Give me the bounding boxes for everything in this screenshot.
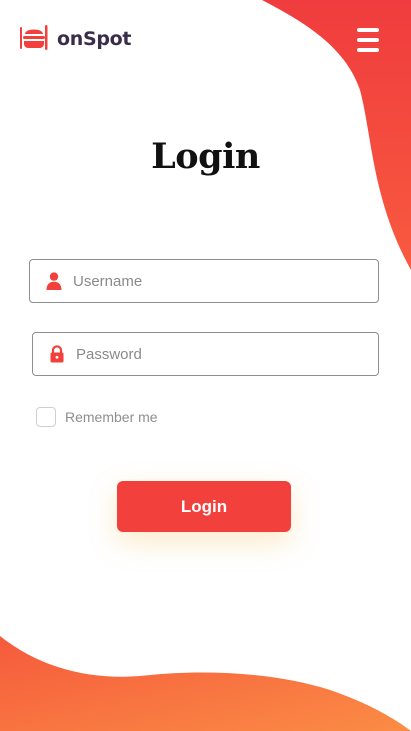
username-input[interactable]: [73, 261, 378, 301]
app-name: onSpot: [57, 28, 132, 50]
password-field[interactable]: [32, 332, 379, 376]
logo[interactable]: onSpot: [19, 24, 132, 54]
burger-logo-icon: [20, 25, 48, 50]
password-input[interactable]: [76, 334, 378, 374]
menu-bar: [357, 38, 379, 42]
remember-checkbox[interactable]: [36, 407, 56, 427]
remember-label: Remember me: [65, 409, 158, 425]
page-title: Login: [151, 136, 260, 177]
menu-bar: [357, 48, 379, 52]
bottom-wave: [0, 636, 411, 731]
lock-icon: [50, 345, 64, 363]
user-icon: [46, 272, 62, 290]
menu-bar: [357, 28, 379, 32]
remember-me[interactable]: Remember me: [36, 407, 158, 427]
hamburger-menu-icon[interactable]: [357, 28, 383, 52]
header: onSpot: [0, 0, 411, 80]
username-field[interactable]: [29, 259, 379, 303]
login-button[interactable]: Login: [117, 481, 291, 532]
